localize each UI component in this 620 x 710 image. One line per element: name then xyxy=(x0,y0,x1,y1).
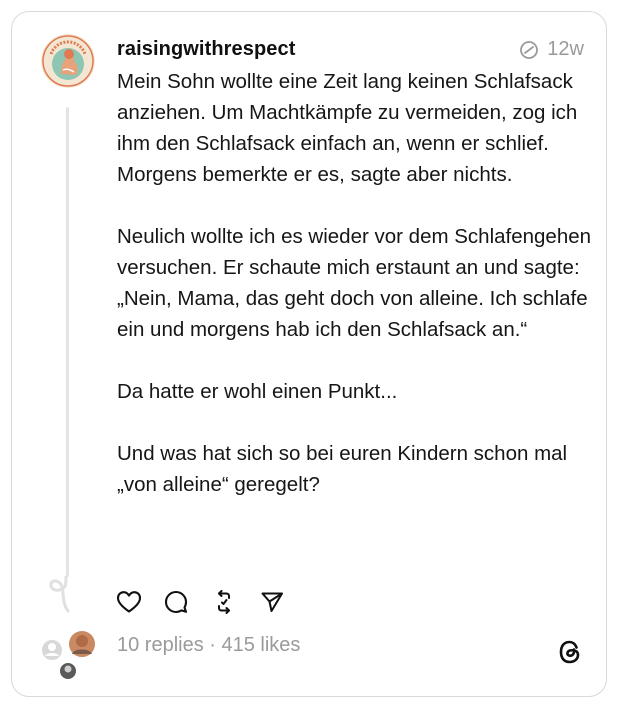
username[interactable]: raisingwithrespect xyxy=(117,38,296,61)
threads-logo-icon[interactable] xyxy=(556,638,584,666)
thread-loop-icon xyxy=(49,575,70,613)
replier-avatar-group xyxy=(40,629,97,681)
repost-button[interactable] xyxy=(212,588,260,616)
post-stats[interactable]: 10 replies · 415 likes xyxy=(117,634,300,657)
like-button[interactable] xyxy=(116,588,164,616)
share-button[interactable] xyxy=(260,588,308,616)
thread-line xyxy=(66,107,69,577)
post-paragraph: Da hatte er wohl einen Punkt... xyxy=(117,380,398,403)
edited-clock-icon xyxy=(520,40,539,59)
profile-avatar[interactable] xyxy=(41,34,95,88)
share-icon xyxy=(261,592,283,612)
repost-icon xyxy=(218,590,230,614)
post-paragraph: Neulich wollte ich es wieder vor dem Sch… xyxy=(117,225,592,341)
heart-icon xyxy=(116,591,142,613)
post-paragraph: Und was hat sich so bei euren Kindern sc… xyxy=(117,442,568,496)
action-bar xyxy=(116,588,308,616)
raising-with-respect-logo xyxy=(41,34,95,88)
post-timestamp: 12w xyxy=(519,38,584,61)
replier-avatars[interactable] xyxy=(38,628,108,684)
post-body: Mein Sohn wollte eine Zeit lang keinen S… xyxy=(117,66,592,500)
comment-icon xyxy=(164,590,188,614)
post-paragraph: Mein Sohn wollte eine Zeit lang keinen S… xyxy=(117,70,578,186)
reply-button[interactable] xyxy=(164,588,212,616)
time-label: 12w xyxy=(547,38,584,60)
